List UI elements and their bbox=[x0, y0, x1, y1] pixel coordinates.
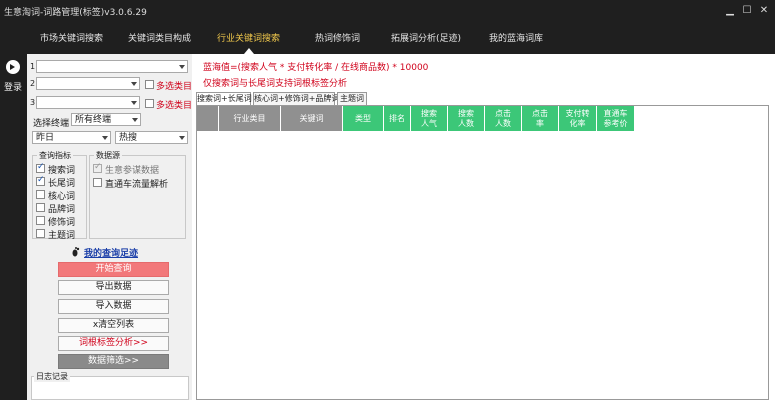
login-icon[interactable] bbox=[6, 60, 20, 74]
top-nav: 市场关键词搜索 关键词类目构成 行业关键词搜索 热词修饰词 拓展词分析(足迹) … bbox=[0, 24, 775, 54]
metric-checkbox-search[interactable] bbox=[36, 162, 45, 173]
column-header[interactable]: 搜索 人气 bbox=[411, 106, 448, 131]
period-select-value: 昨日 bbox=[36, 133, 55, 143]
sort-select-value: 热搜 bbox=[119, 133, 138, 143]
metric-label: 核心词 bbox=[48, 192, 76, 202]
nav-tab-expansion-analysis[interactable]: 拓展词分析(足迹) bbox=[391, 24, 461, 54]
metric-label: 修饰词 bbox=[48, 218, 76, 228]
login-label[interactable]: 登录 bbox=[4, 80, 22, 93]
row-number: 1 bbox=[30, 62, 36, 71]
source-label: 直通车流量解析 bbox=[105, 180, 169, 190]
source-checkbox-sycm[interactable] bbox=[93, 162, 102, 173]
main-content: 蓝海值=(搜索人气 * 支付转化率 / 在线商品数) * 10000 仅搜索词与… bbox=[192, 54, 775, 400]
root-tag-analysis-button[interactable]: 词根标签分析>> bbox=[58, 336, 169, 351]
minimize-icon[interactable]: ▁ bbox=[723, 4, 737, 18]
category-select-3[interactable] bbox=[36, 96, 140, 109]
metrics-group-title: 查询指标 bbox=[37, 150, 73, 161]
nav-tab-hot-modifiers[interactable]: 热词修饰词 bbox=[315, 24, 360, 54]
row-number: 2 bbox=[30, 79, 36, 88]
row-header-corner bbox=[197, 106, 219, 131]
blue-ocean-formula: 蓝海值=(搜索人气 * 支付转化率 / 在线商品数) * 10000 bbox=[203, 63, 429, 73]
import-data-button[interactable]: 导入数据 bbox=[58, 299, 169, 314]
datasource-group-title: 数据源 bbox=[94, 150, 122, 161]
nav-tab-label: 行业关键词搜索 bbox=[217, 34, 281, 44]
sort-select[interactable]: 热搜 bbox=[115, 131, 188, 144]
metric-label: 主题词 bbox=[48, 231, 76, 241]
column-header[interactable]: 直通车 参考价 bbox=[597, 106, 635, 131]
nav-tab-market-search[interactable]: 市场关键词搜索 bbox=[40, 24, 103, 54]
period-select[interactable]: 昨日 bbox=[32, 131, 111, 144]
chevron-down-icon bbox=[179, 65, 185, 69]
clear-list-button[interactable]: x清空列表 bbox=[58, 318, 169, 333]
column-header[interactable]: 行业类目 bbox=[219, 106, 281, 131]
left-strip: 登录 bbox=[0, 54, 27, 400]
multi-category-checkbox-3[interactable] bbox=[145, 99, 154, 108]
data-filter-button[interactable]: 数据筛选>> bbox=[58, 354, 169, 369]
results-table[interactable]: 行业类目 关键词 类型 排名 搜索 人气 搜索 人数 点击 人数 点击 率 支付… bbox=[196, 105, 769, 400]
footprint-icon bbox=[72, 247, 80, 257]
chevron-down-icon bbox=[131, 82, 137, 86]
metrics-group: 查询指标 搜索词 长尾词 核心词 品牌词 修饰词 主题词 bbox=[32, 150, 87, 241]
close-icon[interactable]: ✕ bbox=[757, 4, 771, 18]
tab-search-longtail[interactable]: 搜索词+长尾词 bbox=[196, 92, 252, 105]
metric-label: 品牌词 bbox=[48, 205, 76, 215]
metric-checkbox-topic[interactable] bbox=[36, 229, 45, 238]
nav-tab-blue-ocean-library[interactable]: 我的蓝海词库 bbox=[489, 24, 543, 54]
column-header[interactable]: 支付转 化率 bbox=[559, 106, 597, 131]
window-title: 生意淘词-词路管理(标签)v3.0.6.29 bbox=[4, 8, 147, 18]
metric-label: 搜索词 bbox=[48, 166, 76, 176]
metric-checkbox-core[interactable] bbox=[36, 190, 45, 199]
source-checkbox-ztc[interactable] bbox=[93, 178, 102, 187]
chevron-down-icon bbox=[131, 101, 137, 105]
category-select-1[interactable] bbox=[36, 60, 188, 73]
column-header[interactable]: 点击 人数 bbox=[485, 106, 522, 131]
multi-category-label: 多选类目 bbox=[156, 82, 193, 92]
nav-tab-industry-search[interactable]: 行业关键词搜索 bbox=[217, 24, 280, 54]
datasource-group: 数据源 生意参谋数据 直通车流量解析 bbox=[89, 150, 186, 239]
column-header[interactable]: 类型 bbox=[343, 106, 384, 131]
source-label: 生意参谋数据 bbox=[105, 166, 160, 176]
query-history-link[interactable]: 我的查询足迹 bbox=[84, 246, 138, 259]
metric-label: 长尾词 bbox=[48, 179, 76, 189]
column-header[interactable]: 排名 bbox=[384, 106, 411, 131]
tab-topic[interactable]: 主题词 bbox=[337, 92, 367, 105]
metric-checkbox-modifier[interactable] bbox=[36, 216, 45, 225]
multi-category-checkbox-2[interactable] bbox=[145, 80, 154, 89]
analysis-note: 仅搜索词与长尾词支持词根标签分析 bbox=[203, 79, 348, 89]
export-data-button[interactable]: 导出数据 bbox=[58, 280, 169, 295]
chevron-down-icon bbox=[102, 136, 108, 140]
column-header[interactable]: 搜索 人数 bbox=[448, 106, 485, 131]
query-panel: 1 2 多选类目 3 多选类目 选择终端 所有终端 昨日 热搜 查询指标 搜索词… bbox=[27, 54, 192, 400]
terminal-label: 选择终端 bbox=[33, 119, 70, 129]
column-header[interactable]: 关键词 bbox=[281, 106, 343, 131]
chevron-down-icon bbox=[132, 118, 138, 122]
terminal-select[interactable]: 所有终端 bbox=[71, 113, 141, 126]
log-title: 日志记录 bbox=[34, 371, 70, 382]
title-bar: 生意淘词-词路管理(标签)v3.0.6.29 ▁ ☐ ✕ bbox=[0, 0, 775, 24]
start-query-button[interactable]: 开始查询 bbox=[58, 262, 169, 277]
column-header[interactable]: 点击 率 bbox=[522, 106, 559, 131]
maximize-icon[interactable]: ☐ bbox=[740, 4, 754, 18]
multi-category-label: 多选类目 bbox=[156, 101, 193, 111]
category-select-2[interactable] bbox=[36, 77, 140, 90]
metric-checkbox-brand[interactable] bbox=[36, 203, 45, 212]
terminal-select-value: 所有终端 bbox=[75, 115, 112, 125]
metric-checkbox-longtail[interactable] bbox=[36, 175, 45, 186]
nav-tab-category-composition[interactable]: 关键词类目构成 bbox=[128, 24, 191, 54]
log-box: 日志记录 bbox=[31, 371, 189, 400]
row-number: 3 bbox=[30, 98, 36, 107]
chevron-down-icon bbox=[179, 136, 185, 140]
tab-core-modifier-brand[interactable]: 核心词+修饰词+品牌词 bbox=[253, 92, 339, 105]
